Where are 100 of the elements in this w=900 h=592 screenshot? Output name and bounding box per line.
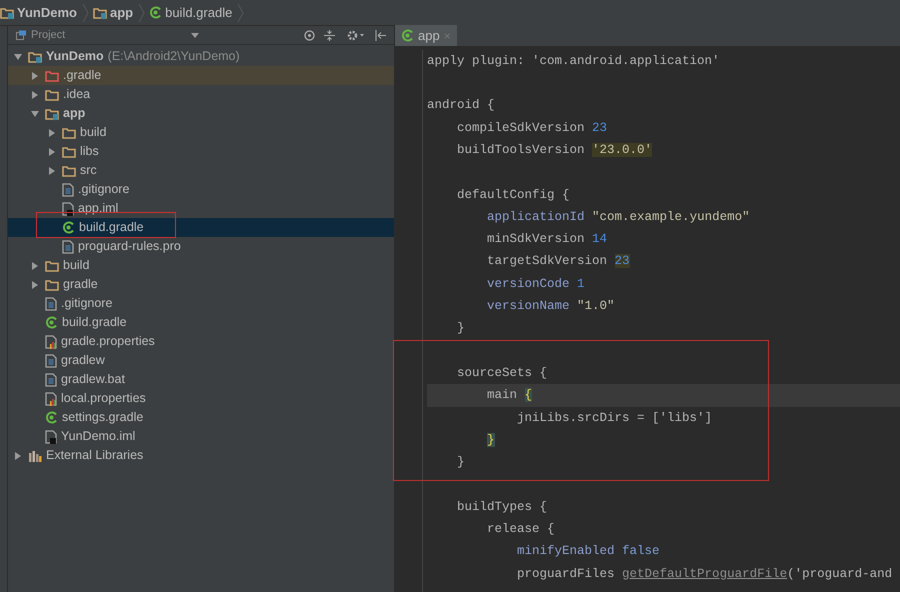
tree-item[interactable]: gradlew bbox=[8, 351, 394, 370]
dropdown-caret-icon[interactable] bbox=[191, 32, 200, 38]
collapsed-arrow-icon[interactable] bbox=[31, 262, 39, 270]
tree-item-label: .gradle bbox=[63, 67, 102, 84]
breadcrumb[interactable]: build.gradle bbox=[149, 2, 248, 22]
folder-icon bbox=[92, 6, 107, 18]
code-line: android { bbox=[427, 97, 495, 114]
folder-icon bbox=[45, 88, 59, 100]
gradle-icon bbox=[45, 316, 58, 329]
code-line: jniLibs.srcDirs = ['libs'] bbox=[516, 410, 712, 427]
target-icon[interactable] bbox=[304, 30, 315, 40]
tree-item[interactable]: .gitignore bbox=[8, 294, 394, 313]
hide-panel-icon[interactable] bbox=[375, 30, 386, 40]
tree-item[interactable]: proguard-rules.pro bbox=[8, 237, 394, 256]
folder-icon bbox=[0, 6, 14, 18]
tree-item[interactable]: app.iml bbox=[8, 199, 394, 218]
file-icon bbox=[45, 430, 57, 444]
code-line: defaultConfig { bbox=[456, 186, 570, 204]
collapsed-arrow-icon[interactable] bbox=[48, 148, 56, 156]
file-icon bbox=[45, 354, 57, 368]
collapsed-arrow-icon[interactable] bbox=[14, 452, 22, 460]
tree-item-label: local.properties bbox=[61, 390, 146, 408]
collapsed-arrow-icon[interactable] bbox=[31, 72, 39, 80]
tree-item[interactable]: gradle.properties bbox=[8, 332, 394, 351]
tree-item[interactable]: .gradle bbox=[8, 66, 394, 85]
file-icon bbox=[45, 372, 57, 386]
tree-item-label: build bbox=[63, 257, 90, 274]
collapsed-arrow-icon[interactable] bbox=[48, 128, 56, 136]
code-line: versionCode 1 bbox=[486, 276, 585, 293]
code-line: compileSdkVersion 23 bbox=[456, 120, 608, 137]
editor-tab[interactable]: app × bbox=[395, 25, 457, 46]
code-line: versionName "1.0" bbox=[486, 298, 615, 316]
code-line: minifyEnabled false bbox=[516, 543, 660, 560]
tree-item-label: settings.gradle bbox=[62, 409, 144, 426]
file-icon bbox=[62, 182, 74, 196]
tree-item-label: .gitignore bbox=[78, 181, 130, 198]
file-icon bbox=[45, 392, 57, 406]
gradle-icon bbox=[401, 29, 414, 42]
folder-icon bbox=[45, 260, 59, 272]
folder-icon bbox=[28, 50, 42, 62]
tree-item[interactable]: libs bbox=[8, 142, 394, 161]
settings-icon[interactable] bbox=[347, 30, 365, 40]
tree-item[interactable]: .gitignore bbox=[8, 180, 394, 199]
code-line: buildToolsVersion '23.0.0' bbox=[456, 142, 652, 159]
code-line: targetSdkVersion 23 bbox=[486, 253, 630, 270]
gradle-icon bbox=[149, 6, 162, 19]
gradle-icon bbox=[62, 221, 75, 234]
folder-icon bbox=[62, 164, 76, 176]
breadcrumb[interactable]: app bbox=[92, 2, 150, 22]
collapsed-arrow-icon[interactable] bbox=[31, 280, 39, 288]
project-path: (E:\Android2\YunDemo) bbox=[108, 48, 240, 66]
code-line: } bbox=[456, 454, 465, 472]
tree-item[interactable]: settings.gradle bbox=[8, 408, 394, 427]
code-line: main { bbox=[486, 387, 532, 404]
collapse-all-icon[interactable] bbox=[324, 30, 335, 40]
code-line: } bbox=[456, 320, 465, 338]
file-icon bbox=[45, 334, 57, 348]
project-view-icon bbox=[16, 30, 27, 40]
tree-item[interactable]: .idea bbox=[8, 85, 394, 104]
tree-item-label: src bbox=[80, 162, 97, 180]
expanded-arrow-icon[interactable] bbox=[31, 110, 39, 118]
file-icon bbox=[45, 296, 57, 310]
tree-item[interactable]: YunDemo (E:\Android2\YunDemo) bbox=[8, 47, 394, 66]
file-icon bbox=[62, 240, 74, 254]
expanded-arrow-icon[interactable] bbox=[14, 52, 22, 60]
tree-item-label: gradlew bbox=[61, 352, 105, 370]
folder-icon bbox=[62, 126, 76, 138]
collapsed-arrow-icon[interactable] bbox=[48, 166, 56, 174]
code-line: sourceSets { bbox=[456, 364, 548, 382]
folder-icon bbox=[45, 108, 59, 120]
tree-item[interactable]: External Libraries bbox=[8, 446, 394, 465]
collapsed-arrow-icon[interactable] bbox=[31, 90, 39, 98]
tree-item-label: gradle.properties bbox=[61, 333, 155, 350]
tree-item-label: .gitignore bbox=[61, 295, 112, 312]
tree-item[interactable]: gradle bbox=[8, 275, 394, 294]
tree-item-label: YunDemo bbox=[46, 48, 104, 66]
tree-item[interactable]: src bbox=[8, 161, 394, 180]
tree-item-label: app.iml bbox=[78, 200, 118, 218]
tree-item[interactable]: YunDemo.iml bbox=[8, 427, 394, 446]
tree-item[interactable]: app bbox=[8, 104, 394, 123]
tree-item[interactable]: local.properties bbox=[8, 389, 394, 408]
code-line: proguardFiles getDefaultProguardFile('proguard-and bbox=[516, 566, 892, 583]
gradle-icon bbox=[45, 411, 58, 424]
code-line: apply plugin: 'com.android.application' bbox=[427, 52, 720, 70]
tree-item[interactable]: build.gradle bbox=[8, 218, 394, 237]
breadcrumb[interactable]: YunDemo bbox=[0, 2, 93, 22]
tree-item-label: build bbox=[80, 124, 106, 142]
tree-item[interactable]: build bbox=[8, 123, 394, 142]
tree-item[interactable]: gradlew.bat bbox=[8, 370, 394, 389]
tree-item-label: gradlew.bat bbox=[61, 371, 125, 388]
folder-icon bbox=[45, 278, 59, 290]
tree-item[interactable]: build.gradle bbox=[8, 313, 394, 332]
tree-item-label: External Libraries bbox=[46, 447, 144, 464]
tree-item[interactable]: build bbox=[8, 256, 394, 275]
tree-item-label: gradle bbox=[63, 276, 98, 294]
code-line: applicationId "com.example.yundemo" bbox=[486, 208, 750, 226]
tree-item-label: YunDemo.iml bbox=[61, 428, 136, 446]
code-line: minSdkVersion 14 bbox=[486, 231, 608, 248]
panel-title: Project bbox=[31, 28, 66, 43]
file-icon bbox=[62, 202, 74, 216]
